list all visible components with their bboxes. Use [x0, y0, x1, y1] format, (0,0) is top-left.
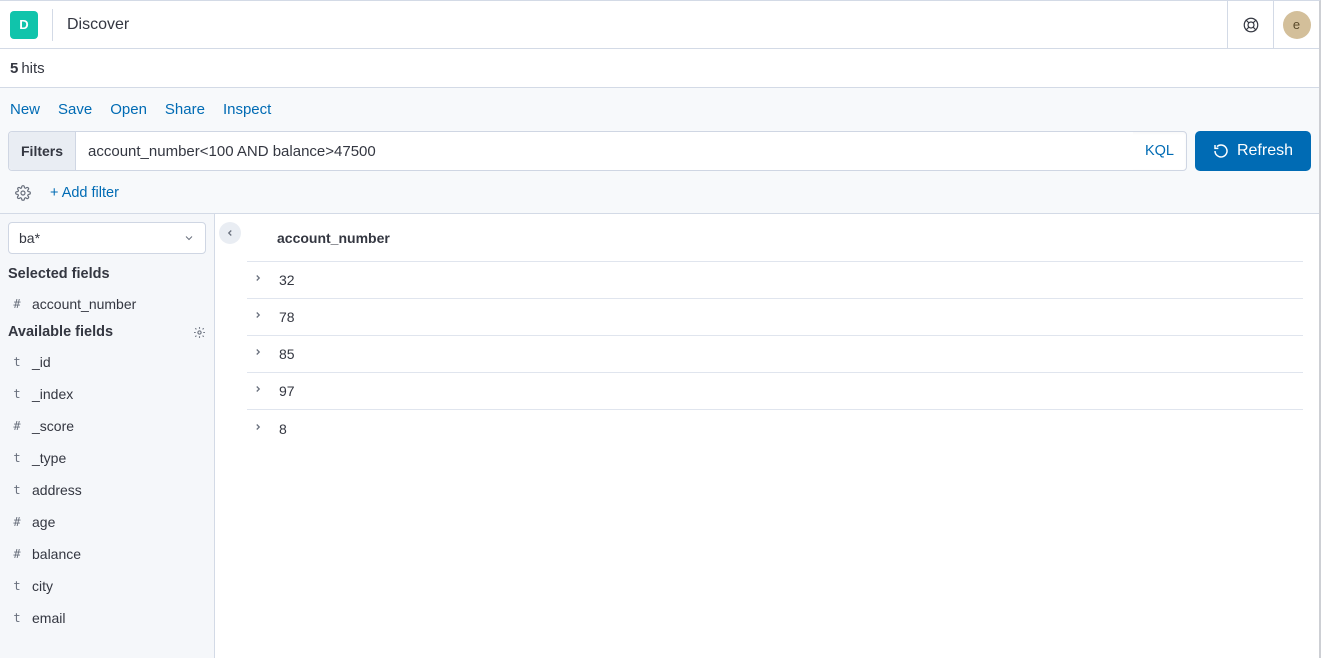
cell-value: 78: [279, 309, 295, 325]
menu-inspect[interactable]: Inspect: [223, 101, 271, 118]
field-type-icon: t: [10, 387, 24, 401]
filter-settings-button[interactable]: [12, 182, 34, 204]
lifering-icon: [1242, 16, 1260, 34]
chevron-right-icon: [253, 422, 263, 432]
user-menu[interactable]: e: [1273, 1, 1319, 49]
field-type-icon: t: [10, 579, 24, 593]
table-row[interactable]: 78: [247, 299, 1303, 336]
filter-bar: + Add filter: [0, 172, 1319, 214]
chevron-down-icon: [183, 232, 195, 244]
query-bar: Filters KQL Refresh: [0, 130, 1319, 172]
available-field-item[interactable]: # age: [0, 506, 214, 538]
cell-value: 85: [279, 346, 295, 362]
field-type-icon: t: [10, 355, 24, 369]
refresh-icon: [1213, 143, 1229, 159]
gear-icon: [15, 185, 31, 201]
table-row[interactable]: 85: [247, 336, 1303, 373]
chevron-right-icon: [253, 347, 263, 357]
help-button[interactable]: [1227, 1, 1273, 49]
refresh-button[interactable]: Refresh: [1195, 131, 1311, 171]
query-input[interactable]: [76, 132, 1133, 170]
header-bar: D Discover e: [0, 1, 1319, 49]
expand-row-button[interactable]: [253, 273, 267, 287]
available-field-item[interactable]: # balance: [0, 538, 214, 570]
column-header-row: account_number: [247, 214, 1303, 262]
table-row[interactable]: 32: [247, 262, 1303, 299]
app-logo[interactable]: D: [10, 11, 38, 39]
page-title: Discover: [67, 16, 1227, 34]
filters-label[interactable]: Filters: [9, 132, 76, 170]
field-type-icon: #: [10, 547, 24, 561]
field-name: _score: [32, 418, 74, 434]
available-fields-label: Available fields: [8, 324, 113, 340]
selected-field-item[interactable]: # account_number: [0, 288, 214, 320]
menu-share[interactable]: Share: [165, 101, 205, 118]
top-menu: New Save Open Share Inspect: [0, 88, 1319, 130]
cell-value: 32: [279, 272, 295, 288]
field-type-icon: t: [10, 483, 24, 497]
field-type-icon: t: [10, 451, 24, 465]
available-fields-header: Available fields: [0, 320, 214, 346]
hits-label: hits: [21, 60, 44, 77]
refresh-label: Refresh: [1237, 142, 1293, 160]
field-name: _id: [32, 354, 51, 370]
table-row[interactable]: 97: [247, 373, 1303, 410]
available-field-item[interactable]: # _score: [0, 410, 214, 442]
results-panel: account_number 32 78 85 97 8: [241, 214, 1319, 658]
field-name: city: [32, 578, 53, 594]
expand-row-button[interactable]: [253, 310, 267, 324]
chevron-left-icon: [225, 228, 235, 238]
index-pattern-value: ba*: [19, 230, 40, 246]
menu-save[interactable]: Save: [58, 101, 92, 118]
field-name: _type: [32, 450, 66, 466]
field-name: age: [32, 514, 55, 530]
expand-row-button[interactable]: [253, 422, 267, 436]
field-name: address: [32, 482, 82, 498]
available-field-item[interactable]: t _id: [0, 346, 214, 378]
field-type-icon: t: [10, 611, 24, 625]
menu-open[interactable]: Open: [110, 101, 147, 118]
collapse-sidebar-button[interactable]: [219, 222, 241, 244]
available-field-item[interactable]: temail: [0, 602, 214, 634]
index-pattern-select[interactable]: ba*: [8, 222, 206, 254]
divider: [52, 9, 53, 41]
hits-bar: 5 hits: [0, 49, 1319, 88]
field-type-icon: #: [10, 419, 24, 433]
kql-button[interactable]: KQL: [1133, 132, 1186, 170]
gear-icon: [193, 326, 206, 339]
available-field-item[interactable]: t address: [0, 474, 214, 506]
available-field-item[interactable]: t _type: [0, 442, 214, 474]
field-type-icon: #: [10, 515, 24, 529]
cell-value: 8: [279, 421, 287, 437]
available-field-item[interactable]: tcity: [0, 570, 214, 602]
hits-count: 5: [10, 60, 18, 77]
fields-sidebar: ba* Selected fields # account_number Avai…: [0, 214, 215, 658]
field-name: balance: [32, 546, 81, 562]
fields-settings-button[interactable]: [192, 325, 206, 339]
column-header[interactable]: account_number: [277, 230, 390, 246]
chevron-right-icon: [253, 384, 263, 394]
selected-fields-header: Selected fields: [0, 262, 214, 288]
chevron-right-icon: [253, 310, 263, 320]
field-name: email: [32, 610, 65, 626]
field-name: account_number: [32, 296, 136, 312]
expand-row-button[interactable]: [253, 384, 267, 398]
field-type-icon: #: [10, 297, 24, 311]
field-name: _index: [32, 386, 73, 402]
add-filter-button[interactable]: + Add filter: [50, 185, 119, 201]
table-row[interactable]: 8: [247, 410, 1303, 447]
available-field-item[interactable]: t _index: [0, 378, 214, 410]
selected-fields-label: Selected fields: [8, 266, 110, 282]
cell-value: 97: [279, 383, 295, 399]
chevron-right-icon: [253, 273, 263, 283]
menu-new[interactable]: New: [10, 101, 40, 118]
expand-row-button[interactable]: [253, 347, 267, 361]
avatar: e: [1283, 11, 1311, 39]
